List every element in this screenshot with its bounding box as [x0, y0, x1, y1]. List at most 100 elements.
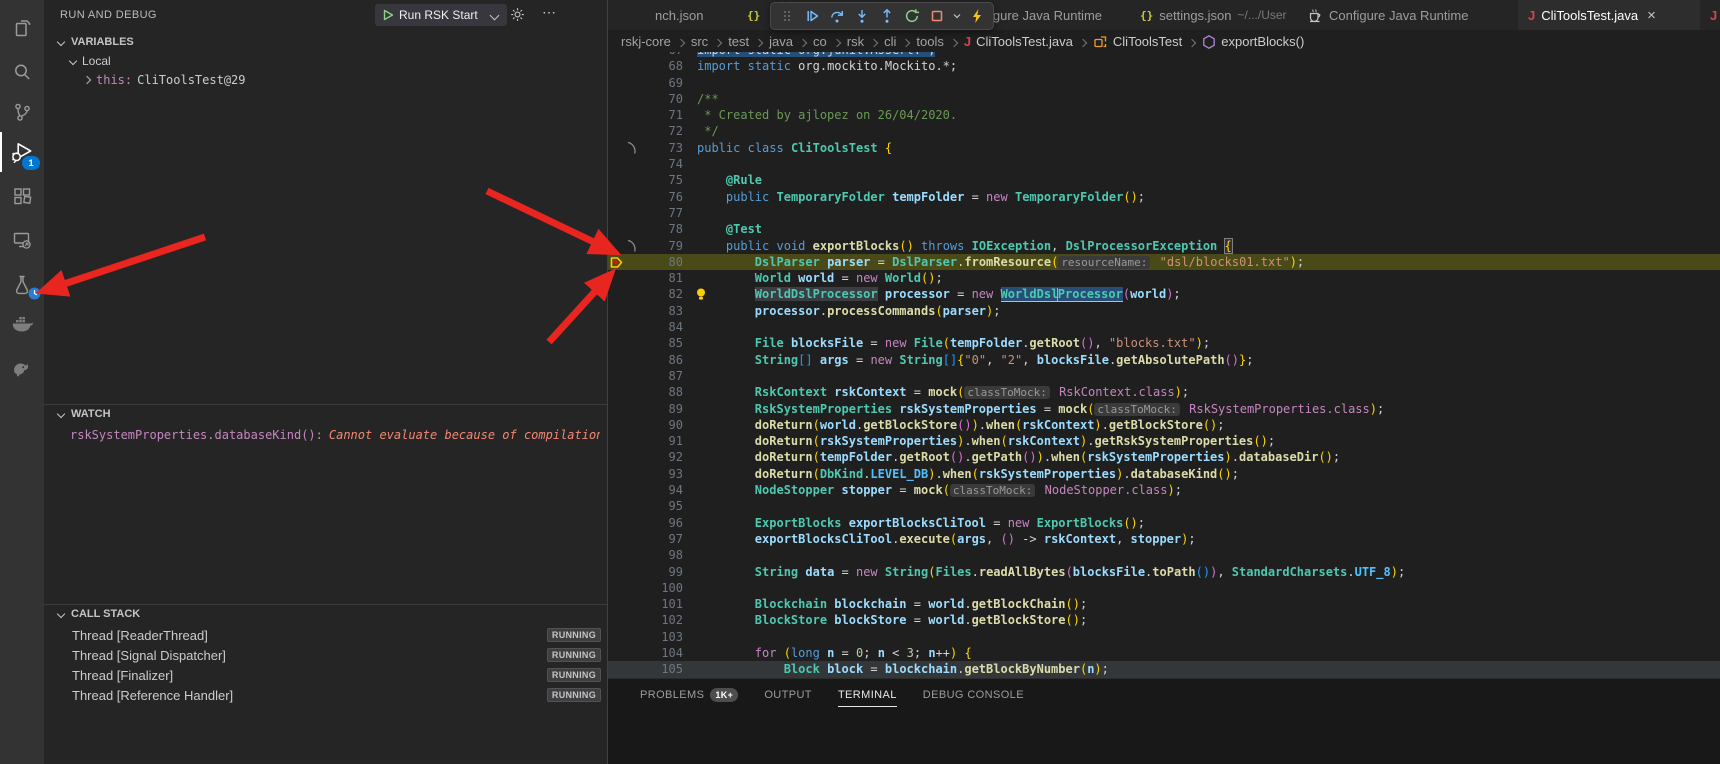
code-line[interactable]: 94 NodeStopper stopper = mock(classToMoc… [607, 482, 1720, 498]
panel-tab-problems[interactable]: PROBLEMS1K+ [640, 684, 738, 707]
code-line[interactable]: 100 [607, 580, 1720, 596]
code-line[interactable]: 78 @Test [607, 221, 1720, 237]
docker-icon[interactable] [0, 304, 44, 344]
code-line[interactable]: 95 [607, 498, 1720, 514]
code-text: File blocksFile = new File(tempFolder.ge… [697, 335, 1210, 351]
breadcrumb-class[interactable]: CliToolsTest [1093, 34, 1182, 49]
call-stack-thread-row[interactable]: Thread [Finalizer]RUNNING [44, 665, 607, 685]
code-line[interactable]: 70/** [607, 91, 1720, 107]
code-line[interactable]: 80 DslParser parser = DslParser.fromReso… [607, 254, 1720, 270]
hot-code-replace-icon[interactable] [966, 5, 988, 27]
code-line[interactable]: 99 String data = new String(Files.readAl… [607, 564, 1720, 580]
panel-tab-debug-console[interactable]: DEBUG CONSOLE [923, 685, 1024, 706]
breadcrumb-item[interactable]: rsk [847, 34, 864, 49]
code-line[interactable]: 97 exportBlocksCliTool.execute(args, () … [607, 531, 1720, 547]
variables-scope-local[interactable]: Local [70, 54, 111, 68]
code-line[interactable]: 77 [607, 205, 1720, 221]
breadcrumb-file[interactable]: JCliToolsTest.java [964, 34, 1073, 49]
gradle-icon[interactable] [0, 348, 44, 388]
step-over-icon[interactable] [826, 5, 848, 27]
panel-tab-terminal[interactable]: TERMINAL [838, 685, 897, 707]
editor-tab-clitoolstest-java[interactable]: JCliToolsTest.java× [1518, 0, 1701, 30]
editor-tab-settings-json[interactable]: {}settings.json~/.../User [1130, 0, 1298, 30]
breadcrumb-separator-icon [951, 34, 957, 49]
code-line[interactable]: 76 public TemporaryFolder tempFolder = n… [607, 189, 1720, 205]
breakpoint-current-line-icon[interactable] [607, 256, 627, 269]
editor-tab-configure-java-runtime[interactable]: Configure Java Runtime [1297, 0, 1519, 30]
gear-icon[interactable] [510, 7, 525, 22]
code-line[interactable]: 72 */ [607, 123, 1720, 139]
code-line[interactable]: 91 doReturn(rskSystemProperties).when(rs… [607, 433, 1720, 449]
stop-icon[interactable] [926, 5, 948, 27]
breadcrumb-item[interactable]: test [728, 34, 749, 49]
editor-tab[interactable]: J [1700, 0, 1720, 30]
code-line[interactable]: 92 doReturn(tempFolder.getRoot().getPath… [607, 449, 1720, 465]
source-control-icon[interactable] [0, 92, 44, 132]
extensions-icon[interactable] [0, 176, 44, 216]
breadcrumb-item[interactable]: co [813, 34, 827, 49]
breadcrumb-item[interactable]: cli [884, 34, 896, 49]
code-line[interactable]: 68import static org.mockito.Mockito.*; [607, 58, 1720, 74]
panel-tab-output[interactable]: OUTPUT [764, 685, 812, 706]
remote-explorer-icon[interactable] [0, 220, 44, 260]
code-line[interactable]: 98 [607, 547, 1720, 563]
search-icon[interactable] [0, 52, 44, 92]
code-line[interactable]: 105 Block block = blockchain.getBlockByN… [607, 661, 1720, 677]
editor-tab-igure-java-runtime[interactable]: igure Java Runtime [977, 0, 1144, 30]
step-out-icon[interactable] [876, 5, 898, 27]
code-line[interactable]: 103 [607, 629, 1720, 645]
code-line[interactable]: 93 doReturn(DbKind.LEVEL_DB).when(rskSys… [607, 466, 1720, 482]
code-line[interactable]: 74 [607, 156, 1720, 172]
call-stack-section-header[interactable]: CALL STACK [58, 608, 140, 620]
code-line[interactable]: 84 [607, 319, 1720, 335]
explorer-icon[interactable] [0, 8, 44, 48]
step-into-icon[interactable] [851, 5, 873, 27]
breadcrumb-item[interactable]: tools [916, 34, 943, 49]
code-line[interactable]: 90 doReturn(world.getBlockStore()).when(… [607, 417, 1720, 433]
testing-icon[interactable] [0, 265, 44, 305]
code-editor[interactable]: 67import static org.junit.Assert.*;68imp… [607, 52, 1720, 678]
watch-section-header[interactable]: WATCH [58, 408, 111, 420]
line-gutter: 93 [607, 466, 690, 482]
call-stack-thread-row[interactable]: Thread [Reference Handler]RUNNING [44, 685, 607, 705]
stop-dropdown-chevron-icon[interactable] [951, 5, 963, 27]
restart-icon[interactable] [901, 5, 923, 27]
code-line[interactable]: 96 ExportBlocks exportBlocksCliTool = ne… [607, 515, 1720, 531]
code-line[interactable]: 71 * Created by ajlopez on 26/04/2020. [607, 107, 1720, 123]
run-config-button[interactable]: Run RSK Start [375, 4, 507, 26]
variable-this-row[interactable]: this: CliToolsTest@29 [84, 73, 246, 87]
code-line[interactable]: 101 Blockchain blockchain = world.getBlo… [607, 596, 1720, 612]
drag-grip-icon[interactable] [776, 5, 798, 27]
more-actions-icon[interactable]: ⋯ [542, 5, 556, 19]
code-line[interactable]: 73public class CliToolsTest { [607, 140, 1720, 156]
code-line[interactable]: 75 @Rule [607, 172, 1720, 188]
chevron-down-icon [57, 410, 65, 418]
breadcrumb-item[interactable]: java [769, 34, 793, 49]
code-line[interactable]: 69 [607, 75, 1720, 91]
code-line[interactable]: 82 WorldDslProcessor processor = new Wor… [607, 286, 1720, 302]
code-line[interactable]: 85 File blocksFile = new File(tempFolder… [607, 335, 1720, 351]
call-stack-thread-row[interactable]: Thread [ReaderThread]RUNNING [44, 625, 607, 645]
code-line[interactable]: 104 for (long n = 0; n < 3; n++) { [607, 645, 1720, 661]
code-line[interactable]: 83 processor.processCommands(parser); [607, 303, 1720, 319]
watch-expression-row[interactable]: rskSystemProperties.databaseKind(): Cann… [70, 428, 600, 442]
breadcrumb-item[interactable]: src [691, 34, 708, 49]
breadcrumb-item[interactable]: rskj-core [621, 34, 671, 49]
code-line[interactable]: 102 BlockStore blockStore = world.getBlo… [607, 612, 1720, 628]
breadcrumb-method[interactable]: exportBlocks() [1202, 34, 1304, 49]
run-and-debug-icon[interactable]: 1 [0, 132, 44, 172]
code-line[interactable]: 88 RskContext rskContext = mock(classToM… [607, 384, 1720, 400]
variables-section-header[interactable]: VARIABLES [58, 36, 134, 48]
code-line[interactable]: 87 [607, 368, 1720, 384]
call-stack-thread-row[interactable]: Thread [Signal Dispatcher]RUNNING [44, 645, 607, 665]
line-gutter: 90 [607, 417, 690, 433]
watch-divider [44, 404, 607, 405]
code-line[interactable]: 79 public void exportBlocks() throws IOE… [607, 238, 1720, 254]
panel-tab-label: PROBLEMS [640, 689, 704, 701]
code-line[interactable]: 81 World world = new World(); [607, 270, 1720, 286]
code-line[interactable]: 86 String[] args = new String[]{"0", "2"… [607, 352, 1720, 368]
line-number: 95 [641, 498, 683, 514]
continue-icon[interactable] [801, 5, 823, 27]
close-icon[interactable]: × [1647, 8, 1656, 23]
code-line[interactable]: 89 RskSystemProperties rskSystemProperti… [607, 401, 1720, 417]
